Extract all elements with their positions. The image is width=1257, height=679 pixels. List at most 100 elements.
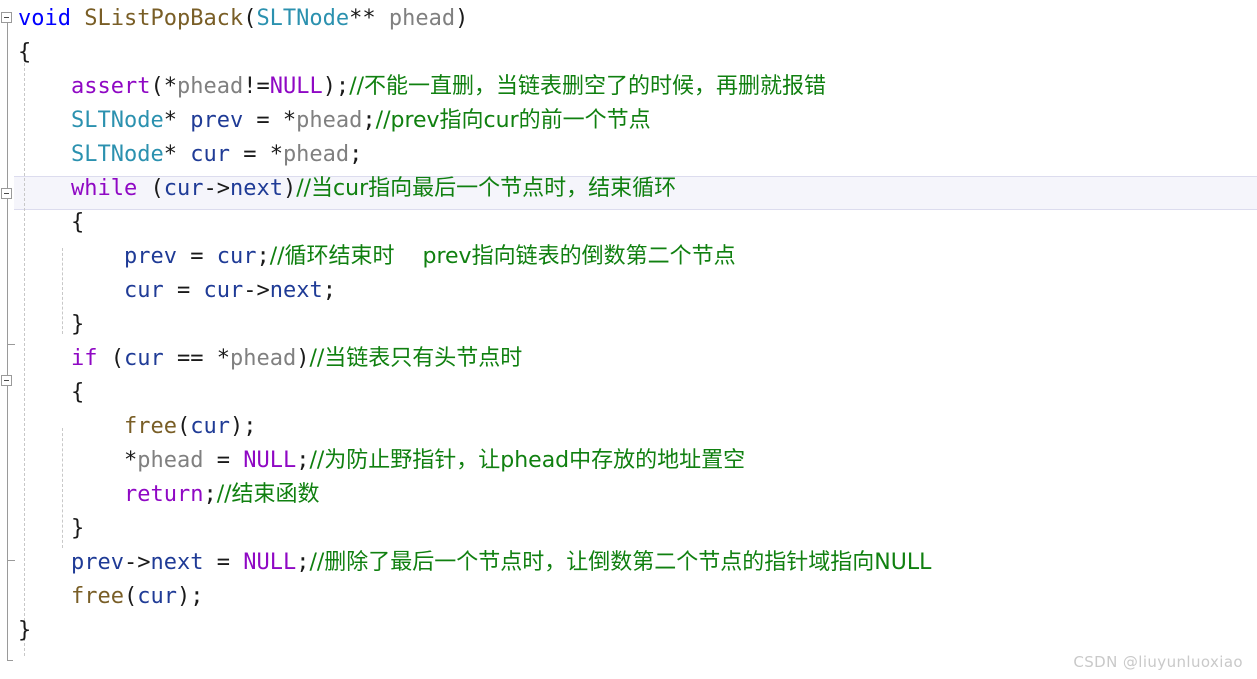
code-token: cur <box>137 584 177 609</box>
code-token: NULL <box>243 550 297 575</box>
code-token: next <box>150 550 204 575</box>
code-token: ( <box>137 176 164 201</box>
code-token: //当cur指向最后一个节点时，结束循环 <box>296 176 677 201</box>
code-line[interactable]: cur = cur->next; <box>18 274 336 308</box>
code-token: ; <box>322 278 336 303</box>
code-line[interactable]: { <box>18 206 84 240</box>
code-token: } <box>18 312 85 337</box>
code-line[interactable]: void SListPopBack(SLTNode** phead) <box>18 2 468 36</box>
code-line[interactable]: return;//结束函数 <box>18 478 320 512</box>
code-line[interactable]: free(cur); <box>18 410 256 444</box>
code-token: ); <box>176 584 204 609</box>
code-token: cur <box>216 244 257 269</box>
code-token: //为防止野指针，让phead中存放的地址置空 <box>309 448 746 473</box>
code-token: -> <box>243 278 270 303</box>
code-token: NULL <box>269 74 323 99</box>
code-token: ( <box>97 346 124 371</box>
code-token: } <box>18 618 32 643</box>
code-line[interactable]: while (cur->next)//当cur指向最后一个节点时，结束循环 <box>18 172 676 206</box>
fold-foot-while-end <box>7 344 15 345</box>
code-token: if <box>70 346 98 371</box>
code-line[interactable]: } <box>18 308 84 342</box>
code-editor-surface[interactable]: void SListPopBack(SLTNode** phead){ asse… <box>0 0 1257 679</box>
code-token: ); <box>229 414 257 439</box>
code-token: ; <box>349 142 363 167</box>
code-token: { <box>18 40 32 65</box>
code-line[interactable]: if (cur == *phead)//当链表只有头节点时 <box>18 342 522 376</box>
code-token: ** <box>349 6 389 31</box>
code-line[interactable]: prev->next = NULL;//删除了最后一个节点时，让倒数第二个节点的… <box>18 546 931 580</box>
code-token: next <box>269 278 323 303</box>
code-line[interactable]: } <box>18 614 31 648</box>
code-token: ) <box>455 6 469 31</box>
code-token: void <box>18 6 71 31</box>
code-token: while <box>70 176 138 201</box>
code-token: free <box>123 414 177 439</box>
code-line[interactable]: *phead = NULL;//为防止野指针，让phead中存放的地址置空 <box>18 444 745 478</box>
code-line[interactable]: } <box>18 512 84 546</box>
code-token: } <box>18 516 85 541</box>
code-token: -> <box>203 176 230 201</box>
code-token: { <box>18 210 85 235</box>
code-token: phead <box>229 346 297 371</box>
fold-toggle-while[interactable] <box>1 188 12 199</box>
code-token: prev <box>123 244 177 269</box>
code-token: free <box>70 584 124 609</box>
code-token: return <box>123 482 204 507</box>
code-token: != <box>243 74 270 99</box>
fold-foot-if-end <box>7 560 15 561</box>
fold-toggle-function[interactable] <box>1 12 12 23</box>
code-token: next <box>229 176 283 201</box>
code-token: //当链表只有头节点时 <box>309 346 523 371</box>
code-token: SListPopBack <box>84 6 244 31</box>
code-token: * <box>163 142 191 167</box>
code-token: = <box>203 550 244 575</box>
code-token: //结束函数 <box>216 482 320 507</box>
code-line[interactable]: { <box>18 376 84 410</box>
code-token: ; <box>296 550 310 575</box>
code-token: //prev指向cur的前一个节点 <box>375 108 651 133</box>
code-token: cur <box>123 278 164 303</box>
code-token: NULL <box>243 448 297 473</box>
code-token: //删除了最后一个节点时，让倒数第二个节点的指针域指向NULL <box>309 550 932 575</box>
code-token: prev <box>70 550 124 575</box>
code-token: == * <box>163 346 230 371</box>
code-token: cur <box>163 176 204 201</box>
code-token: ) <box>282 176 297 201</box>
code-token: -> <box>123 550 151 575</box>
code-token: phead <box>296 108 363 133</box>
code-token: ( <box>243 6 257 31</box>
fold-foot-function <box>7 660 13 661</box>
code-token: = <box>203 448 244 473</box>
code-token: cur <box>123 346 164 371</box>
code-line[interactable]: assert(*phead!=NULL);//不能一直删，当链表删空了的时候，再… <box>18 70 826 104</box>
code-token: = * <box>243 108 297 133</box>
fold-spine-if <box>7 382 8 560</box>
code-line[interactable]: SLTNode* cur = *phead; <box>18 138 362 172</box>
code-token: cur <box>190 142 230 167</box>
code-token: = <box>176 244 217 269</box>
code-token: ( <box>123 584 138 609</box>
fold-spine-while <box>7 195 8 342</box>
code-token: SLTNode <box>70 108 164 133</box>
code-token: ; <box>296 448 310 473</box>
code-line[interactable]: SLTNode* prev = *phead;//prev指向cur的前一个节点 <box>18 104 651 138</box>
fold-toggle-if[interactable] <box>1 375 12 386</box>
code-token: cur <box>203 278 244 303</box>
code-token: //不能一直删，当链表删空了的时候，再删就报错 <box>349 74 827 99</box>
code-line[interactable]: prev = cur;//循环结束时 prev指向链表的倒数第二个节点 <box>18 240 736 274</box>
code-token: prev <box>190 108 244 133</box>
code-token: ( <box>176 414 191 439</box>
code-line[interactable]: { <box>18 36 31 70</box>
code-token: * <box>18 448 138 473</box>
code-line[interactable]: free(cur); <box>18 580 203 614</box>
